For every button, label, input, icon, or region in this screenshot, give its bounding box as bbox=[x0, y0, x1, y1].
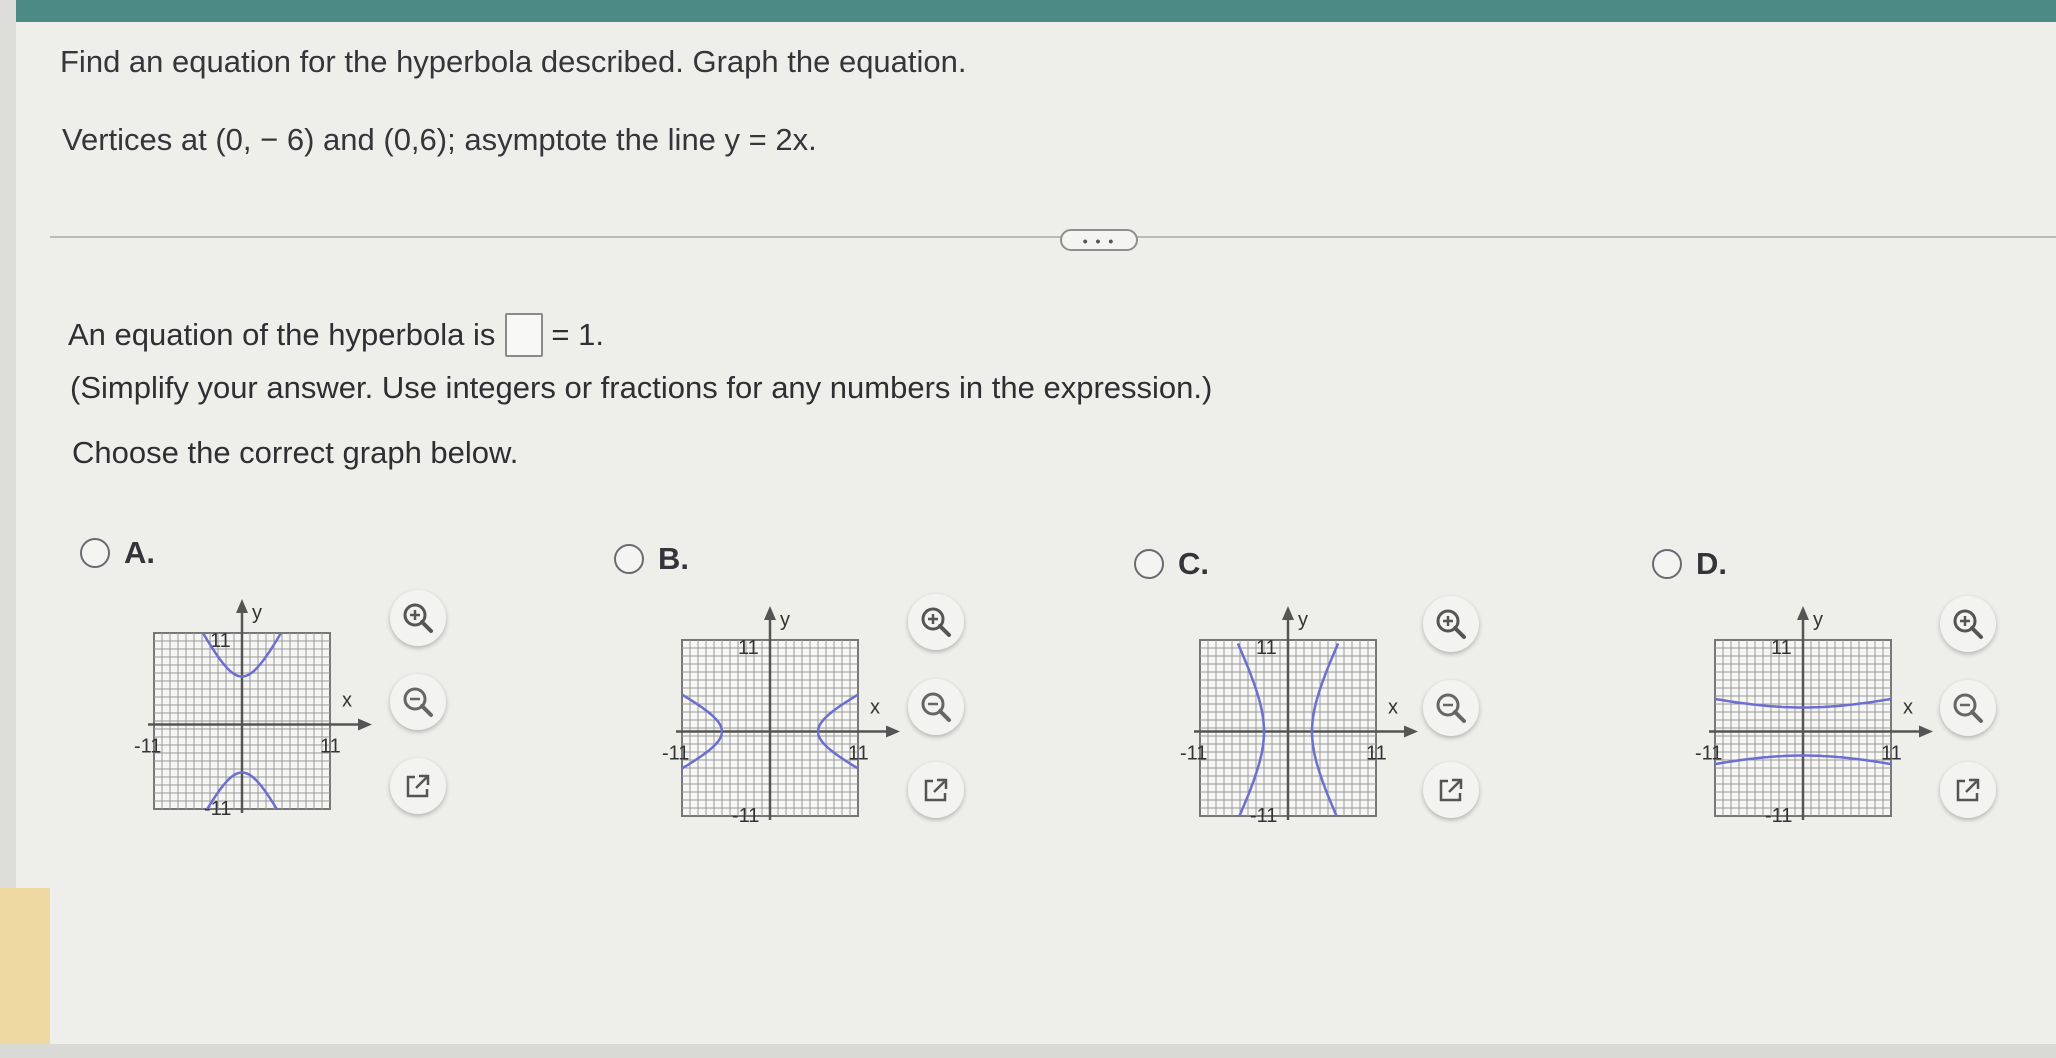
left-accent bbox=[0, 888, 50, 1058]
x-max-label: 11 bbox=[320, 736, 341, 758]
zoom-in-icon bbox=[918, 604, 954, 640]
y-min-label: -11 bbox=[732, 805, 759, 822]
option-a-label: A. bbox=[124, 535, 155, 570]
zoom-out-button[interactable] bbox=[1940, 680, 1996, 736]
x-axis-label: x bbox=[342, 690, 352, 712]
graph-d[interactable]: y x 11 -11 -11 11 bbox=[1693, 592, 1943, 822]
question-panel bbox=[16, 22, 2056, 1044]
y-axis-label: y bbox=[1813, 609, 1823, 631]
zoom-in-icon bbox=[1433, 606, 1469, 642]
zoom-in-icon bbox=[400, 600, 436, 636]
answer-hint: (Simplify your answer. Use integers or f… bbox=[70, 370, 1213, 405]
answer-suffix: = 1. bbox=[551, 317, 604, 352]
question-details: Vertices at (0, − 6) and (0,6); asymptot… bbox=[62, 122, 817, 157]
popout-icon bbox=[402, 770, 434, 802]
radio-b[interactable] bbox=[614, 544, 644, 574]
y-axis-label: y bbox=[1298, 609, 1308, 631]
x-max-label: 11 bbox=[1366, 743, 1387, 765]
zoom-out-button[interactable] bbox=[390, 674, 446, 730]
popout-button[interactable] bbox=[390, 758, 446, 814]
divider bbox=[50, 236, 2056, 238]
answer-line: An equation of the hyperbola is = 1. bbox=[68, 313, 604, 357]
popout-button[interactable] bbox=[1940, 762, 1996, 818]
more-button[interactable]: • • • bbox=[1060, 229, 1138, 251]
zoom-in-button[interactable] bbox=[1940, 596, 1996, 652]
radio-a[interactable] bbox=[80, 538, 110, 568]
zoom-out-button[interactable] bbox=[1423, 680, 1479, 736]
x-min-label: -11 bbox=[1180, 743, 1207, 765]
zoom-in-button[interactable] bbox=[390, 590, 446, 646]
zoom-in-button[interactable] bbox=[1423, 596, 1479, 652]
x-axis-label: x bbox=[1388, 697, 1398, 719]
popout-icon bbox=[1952, 774, 1984, 806]
zoom-out-icon bbox=[1950, 690, 1986, 726]
popout-button[interactable] bbox=[908, 762, 964, 818]
option-d-label: D. bbox=[1696, 546, 1727, 581]
graph-c[interactable]: y x 11 -11 -11 11 bbox=[1178, 592, 1428, 822]
zoom-out-icon bbox=[1433, 690, 1469, 726]
graph-b[interactable]: y x 11 -11 -11 11 bbox=[660, 592, 910, 822]
y-max-label: 11 bbox=[738, 637, 759, 659]
zoom-out-icon bbox=[918, 689, 954, 725]
question-instruction: Find an equation for the hyperbola descr… bbox=[60, 44, 967, 79]
zoom-out-icon bbox=[400, 684, 436, 720]
x-axis-label: x bbox=[1903, 697, 1913, 719]
x-min-label: -11 bbox=[134, 736, 161, 758]
radio-c[interactable] bbox=[1134, 549, 1164, 579]
x-min-label: -11 bbox=[1695, 743, 1722, 765]
y-min-label: -11 bbox=[1765, 805, 1792, 822]
x-axis-label: x bbox=[870, 697, 880, 719]
option-b[interactable]: B. bbox=[614, 541, 689, 577]
option-c[interactable]: C. bbox=[1134, 546, 1209, 582]
y-max-label: 11 bbox=[1256, 637, 1277, 659]
y-min-label: -11 bbox=[1250, 805, 1277, 822]
y-axis-label: y bbox=[780, 609, 790, 631]
x-max-label: 11 bbox=[848, 743, 869, 765]
popout-icon bbox=[920, 774, 952, 806]
radio-d[interactable] bbox=[1652, 549, 1682, 579]
x-min-label: -11 bbox=[662, 743, 689, 765]
zoom-out-button[interactable] bbox=[908, 679, 964, 735]
choose-prompt: Choose the correct graph below. bbox=[72, 435, 519, 470]
option-c-label: C. bbox=[1178, 546, 1209, 581]
popout-icon bbox=[1435, 774, 1467, 806]
zoom-in-button[interactable] bbox=[908, 594, 964, 650]
bottom-shade bbox=[0, 1044, 2056, 1058]
answer-input[interactable] bbox=[505, 313, 544, 357]
y-axis-label: y bbox=[252, 602, 262, 624]
y-max-label: 11 bbox=[1771, 637, 1792, 659]
option-a[interactable]: A. bbox=[80, 535, 155, 571]
x-max-label: 11 bbox=[1881, 743, 1902, 765]
zoom-in-icon bbox=[1950, 606, 1986, 642]
answer-prefix: An equation of the hyperbola is bbox=[68, 317, 496, 352]
graph-a[interactable]: yx11-11-11 11 bbox=[132, 585, 382, 815]
top-bar bbox=[0, 0, 2056, 24]
popout-button[interactable] bbox=[1423, 762, 1479, 818]
option-b-label: B. bbox=[658, 541, 689, 576]
option-d[interactable]: D. bbox=[1652, 546, 1727, 582]
